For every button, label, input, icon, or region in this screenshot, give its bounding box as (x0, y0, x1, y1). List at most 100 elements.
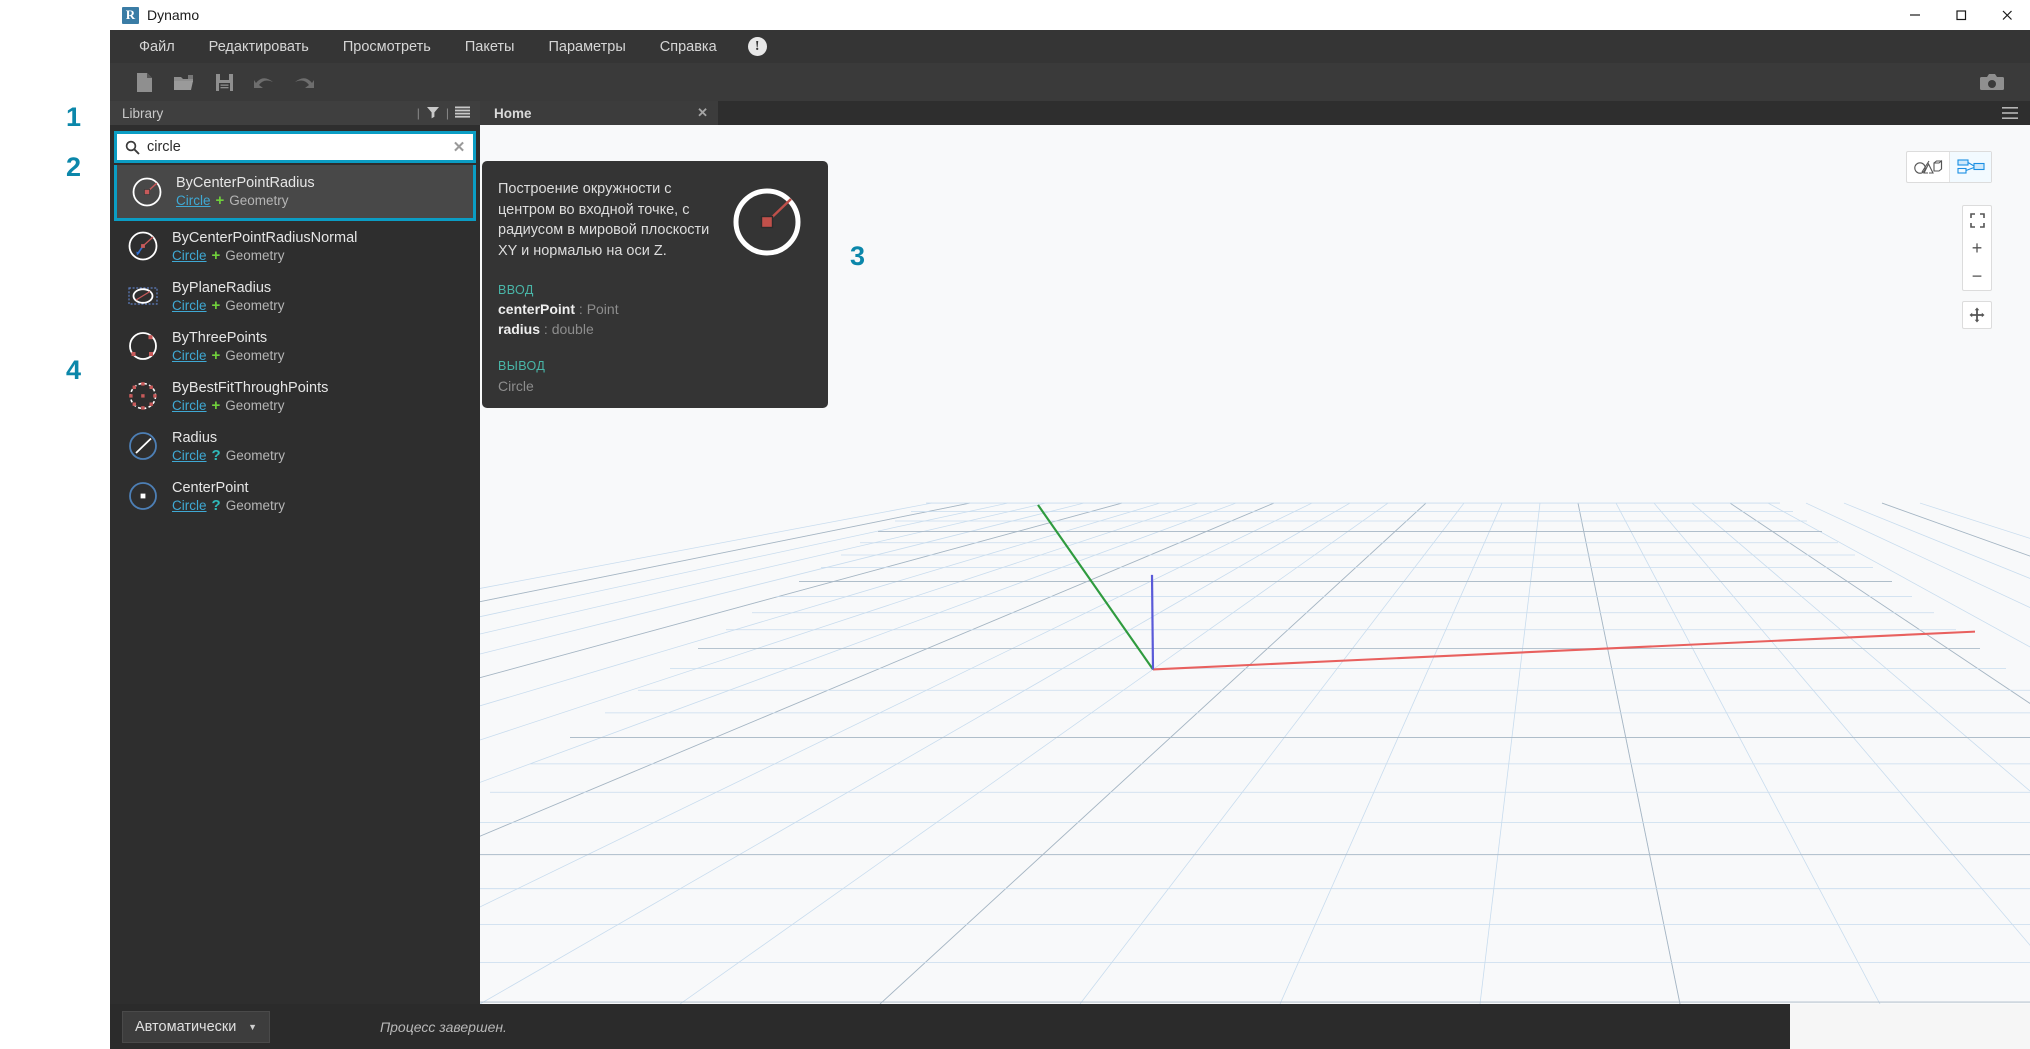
list-item-path: Circle + Geometry (172, 298, 285, 313)
open-folder-icon (173, 73, 195, 92)
undo-button[interactable] (244, 65, 284, 99)
list-item[interactable]: CenterPoint Circle ? Geometry (110, 471, 480, 521)
geometry-shapes-icon (1913, 158, 1943, 176)
list-item[interactable]: ByThreePoints Circle + Geometry (110, 321, 480, 371)
library-panel: Library | | (110, 101, 480, 1004)
open-file-button[interactable] (164, 65, 204, 99)
list-item-path: Circle ? Geometry (172, 498, 285, 513)
y-axis (1038, 505, 1153, 669)
annotation-4: 4 (66, 355, 81, 386)
list-item-category[interactable]: Circle (172, 248, 207, 263)
query-icon: ? (212, 498, 221, 513)
tooltip-output-type: Circle (498, 378, 812, 394)
graph-canvas[interactable]: Построение окружности с центром во входн… (480, 125, 2030, 1004)
zoom-fit-button[interactable] (1963, 206, 1991, 234)
menu-file[interactable]: Файл (122, 30, 192, 63)
library-results-list: ByCenterPointRadius Circle + Geometry (110, 163, 480, 1004)
list-item-path: Circle + Geometry (172, 398, 328, 413)
plus-icon: + (212, 298, 221, 313)
filter-icon[interactable] (426, 105, 440, 122)
warning-icon[interactable]: ! (748, 37, 767, 56)
tooltip-input-type: Point (587, 301, 619, 317)
list-item[interactable]: ByCenterPointRadiusNormal Circle + Geome… (110, 221, 480, 271)
circle-best-fit-icon (124, 377, 162, 415)
app-title: Dynamo (147, 7, 199, 23)
tab-close-button[interactable]: ✕ (697, 101, 708, 125)
tooltip-output-heading: ВЫВОД (498, 359, 812, 373)
tooltip-input-row: radius : double (498, 321, 812, 337)
status-bar: Автоматически ▼ Процесс завершен. (110, 1004, 2030, 1049)
new-file-icon (135, 72, 154, 93)
menu-bar: Файл Редактировать Просмотреть Пакеты Па… (110, 30, 2030, 63)
screenshot-button[interactable] (1972, 65, 2012, 99)
list-item-library: Geometry (225, 248, 284, 263)
menu-view[interactable]: Просмотреть (326, 30, 448, 63)
menu-edit[interactable]: Редактировать (192, 30, 326, 63)
list-item-path: Circle + Geometry (176, 193, 315, 208)
save-file-button[interactable] (204, 65, 244, 99)
list-item-category[interactable]: Circle (172, 448, 207, 463)
graph-view-button[interactable] (1949, 152, 1991, 182)
circle-center-point-icon (124, 477, 162, 515)
pan-button[interactable] (1962, 301, 1992, 329)
zoom-in-button[interactable]: + (1963, 234, 1991, 262)
minimize-button[interactable] (1892, 0, 1938, 30)
annotation-3: 3 (850, 241, 865, 272)
close-button[interactable] (1984, 0, 2030, 30)
circle-radius-icon (128, 173, 166, 211)
circle-preview-icon (728, 183, 806, 266)
library-title: Library (122, 106, 163, 121)
list-item-category[interactable]: Circle (172, 498, 207, 513)
annotation-1: 1 (66, 102, 81, 133)
run-mode-dropdown[interactable]: Автоматически ▼ (122, 1011, 270, 1043)
list-item[interactable]: ByBestFitThroughPoints Circle + Geometry (110, 371, 480, 421)
list-item-path: Circle + Geometry (172, 348, 285, 363)
list-item[interactable]: Radius Circle ? Geometry (110, 421, 480, 471)
divider: | (446, 106, 449, 120)
background-3d-preview-button[interactable] (1907, 152, 1949, 182)
minimize-icon (1908, 8, 1922, 22)
list-item-category[interactable]: Circle (172, 298, 207, 313)
library-search-box[interactable]: ✕ (114, 131, 476, 163)
redo-button[interactable] (284, 65, 324, 99)
list-item[interactable]: ByPlaneRadius Circle + Geometry (110, 271, 480, 321)
zoom-out-button[interactable]: − (1963, 262, 1991, 290)
maximize-button[interactable] (1938, 0, 1984, 30)
list-item-path: Circle ? Geometry (172, 448, 285, 463)
list-item-name: ByCenterPointRadius (176, 175, 315, 191)
list-item-name: ByBestFitThroughPoints (172, 380, 328, 396)
list-item-category[interactable]: Circle (176, 193, 211, 208)
save-disk-icon (215, 73, 234, 92)
plus-icon: + (216, 193, 225, 208)
tab-home[interactable]: Home ✕ (480, 101, 718, 125)
list-item-category[interactable]: Circle (172, 398, 207, 413)
query-icon: ? (212, 448, 221, 463)
menu-packages[interactable]: Пакеты (448, 30, 532, 63)
tooltip-input-heading: ВВОД (498, 283, 812, 297)
workspace-menu-button[interactable] (2002, 101, 2030, 125)
new-file-button[interactable] (124, 65, 164, 99)
clear-search-button[interactable]: ✕ (445, 138, 473, 156)
status-message: Процесс завершен. (380, 1019, 507, 1035)
camera-icon (1979, 73, 2005, 92)
chevron-down-icon: ▼ (248, 1022, 257, 1032)
menu-help[interactable]: Справка (643, 30, 734, 63)
main-body: Library | | (110, 101, 2030, 1004)
search-input[interactable] (147, 139, 445, 155)
tooltip-input-param: radius (498, 321, 540, 337)
maximize-icon (1954, 8, 1968, 22)
tab-strip: Home ✕ (480, 101, 2030, 125)
zoom-controls: + − (1962, 205, 1992, 291)
dynamo-logo-icon: R (122, 7, 139, 24)
tooltip-input-param: centerPoint (498, 301, 575, 317)
circle-radius-query-icon (124, 427, 162, 465)
run-mode-label: Автоматически (135, 1019, 236, 1035)
list-item-category[interactable]: Circle (172, 348, 207, 363)
list-item[interactable]: ByCenterPointRadius Circle + Geometry (114, 165, 476, 221)
list-item-path: Circle + Geometry (172, 248, 357, 263)
menu-settings[interactable]: Параметры (531, 30, 642, 63)
list-item-library: Geometry (226, 498, 285, 513)
list-item-name: CenterPoint (172, 480, 285, 496)
list-view-icon[interactable] (455, 105, 470, 122)
plus-icon: + (212, 248, 221, 263)
